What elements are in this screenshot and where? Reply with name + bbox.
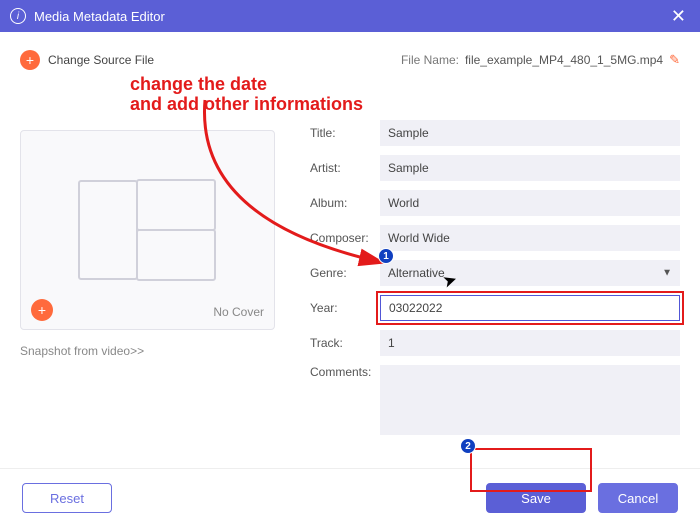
window-title: Media Metadata Editor bbox=[34, 9, 165, 24]
track-label: Track: bbox=[310, 336, 380, 350]
comments-field[interactable] bbox=[380, 365, 680, 435]
genre-select[interactable] bbox=[380, 260, 680, 286]
annotation-badge-2: 2 bbox=[460, 438, 476, 454]
reset-button[interactable]: Reset bbox=[22, 483, 112, 513]
album-field[interactable] bbox=[380, 190, 680, 216]
composer-label: Composer: bbox=[310, 231, 380, 245]
album-label: Album: bbox=[310, 196, 380, 210]
year-label: Year: bbox=[310, 301, 380, 315]
title-label: Title: bbox=[310, 126, 380, 140]
add-cover-icon[interactable]: + bbox=[31, 299, 53, 321]
cover-placeholder-icon bbox=[78, 180, 218, 280]
comments-label: Comments: bbox=[310, 365, 380, 379]
composer-field[interactable] bbox=[380, 225, 680, 251]
snapshot-link[interactable]: Snapshot from video>> bbox=[20, 344, 275, 358]
edit-filename-icon[interactable]: ✎ bbox=[669, 52, 680, 68]
track-field[interactable] bbox=[380, 330, 680, 356]
genre-label: Genre: bbox=[310, 266, 380, 280]
info-icon: i bbox=[10, 8, 26, 24]
filename-label: File Name: bbox=[401, 53, 459, 67]
filename-value: file_example_MP4_480_1_5MG.mp4 bbox=[465, 53, 663, 67]
titlebar: i Media Metadata Editor ✕ bbox=[0, 0, 700, 32]
cover-art-area[interactable]: + No Cover bbox=[20, 130, 275, 330]
footer: Reset Save Cancel bbox=[0, 468, 700, 513]
no-cover-label: No Cover bbox=[213, 305, 264, 319]
artist-field[interactable] bbox=[380, 155, 680, 181]
add-source-icon[interactable]: + bbox=[20, 50, 40, 70]
annotation-text: change the date and add other informatio… bbox=[130, 74, 680, 114]
year-field[interactable] bbox=[380, 295, 680, 321]
save-button[interactable]: Save bbox=[486, 483, 586, 513]
cancel-button[interactable]: Cancel bbox=[598, 483, 678, 513]
topbar: + Change Source File File Name: file_exa… bbox=[20, 50, 680, 70]
annotation-badge-1: 1 bbox=[378, 248, 394, 264]
title-field[interactable] bbox=[380, 120, 680, 146]
change-source-button[interactable]: Change Source File bbox=[48, 53, 154, 67]
artist-label: Artist: bbox=[310, 161, 380, 175]
close-icon[interactable]: ✕ bbox=[667, 6, 690, 27]
